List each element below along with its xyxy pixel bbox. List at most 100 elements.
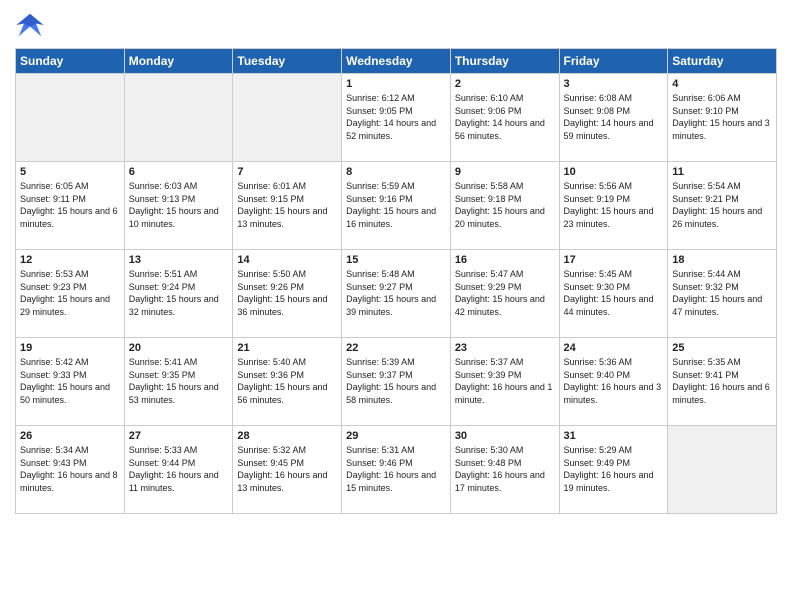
day-info: Sunrise: 5:34 AM Sunset: 9:43 PM Dayligh… [20, 444, 120, 494]
calendar-cell: 3 Sunrise: 6:08 AM Sunset: 9:08 PM Daylig… [559, 74, 668, 162]
day-info: Sunrise: 5:47 AM Sunset: 9:29 PM Dayligh… [455, 268, 555, 318]
day-info: Sunrise: 5:30 AM Sunset: 9:48 PM Dayligh… [455, 444, 555, 494]
day-info: Sunrise: 5:50 AM Sunset: 9:26 PM Dayligh… [237, 268, 337, 318]
col-header-saturday: Saturday [668, 49, 777, 74]
calendar-cell: 7 Sunrise: 6:01 AM Sunset: 9:15 PM Daylig… [233, 162, 342, 250]
calendar-cell: 27 Sunrise: 5:33 AM Sunset: 9:44 PM Dayli… [124, 426, 233, 514]
day-number: 21 [237, 342, 337, 354]
day-info: Sunrise: 5:53 AM Sunset: 9:23 PM Dayligh… [20, 268, 120, 318]
day-info: Sunrise: 5:33 AM Sunset: 9:44 PM Dayligh… [129, 444, 229, 494]
calendar-cell: 19 Sunrise: 5:42 AM Sunset: 9:33 PM Dayli… [16, 338, 125, 426]
calendar-cell: 12 Sunrise: 5:53 AM Sunset: 9:23 PM Dayli… [16, 250, 125, 338]
day-info: Sunrise: 6:03 AM Sunset: 9:13 PM Dayligh… [129, 180, 229, 230]
calendar-week-1: 1 Sunrise: 6:12 AM Sunset: 9:05 PM Daylig… [16, 74, 777, 162]
calendar-cell: 30Sunrise: 5:30 AM Sunset: 9:48 PM Dayli… [450, 426, 559, 514]
day-info: Sunrise: 5:42 AM Sunset: 9:33 PM Dayligh… [20, 356, 120, 406]
day-number: 20 [129, 342, 229, 354]
day-number: 27 [129, 430, 229, 442]
day-info: Sunrise: 5:39 AM Sunset: 9:37 PM Dayligh… [346, 356, 446, 406]
calendar-cell: 2Sunrise: 6:10 AM Sunset: 9:06 PM Daylig… [450, 74, 559, 162]
calendar-cell: 15 Sunrise: 5:48 AM Sunset: 9:27 PM Dayli… [342, 250, 451, 338]
day-info: Sunrise: 6:05 AM Sunset: 9:11 PM Dayligh… [20, 180, 120, 230]
day-number: 10 [564, 166, 664, 178]
day-number: 29 [346, 430, 446, 442]
calendar-week-3: 12 Sunrise: 5:53 AM Sunset: 9:23 PM Dayli… [16, 250, 777, 338]
day-info: Sunrise: 5:45 AM Sunset: 9:30 PM Dayligh… [564, 268, 664, 318]
day-number: 26 [20, 430, 120, 442]
day-info: Sunrise: 6:08 AM Sunset: 9:08 PM Dayligh… [564, 92, 664, 142]
calendar-cell [668, 426, 777, 514]
day-number: 17 [564, 254, 664, 266]
day-info: Sunrise: 5:37 AM Sunset: 9:39 PM Dayligh… [455, 356, 555, 406]
day-number: 5 [20, 166, 120, 178]
day-number: 13 [129, 254, 229, 266]
calendar-week-2: 5 Sunrise: 6:05 AM Sunset: 9:11 PM Daylig… [16, 162, 777, 250]
header [15, 10, 777, 40]
calendar-cell: 1 Sunrise: 6:12 AM Sunset: 9:05 PM Daylig… [342, 74, 451, 162]
day-number: 14 [237, 254, 337, 266]
calendar-week-5: 26 Sunrise: 5:34 AM Sunset: 9:43 PM Dayli… [16, 426, 777, 514]
day-number: 12 [20, 254, 120, 266]
day-info: Sunrise: 6:06 AM Sunset: 9:10 PM Dayligh… [672, 92, 772, 142]
calendar-table: SundayMondayTuesdayWednesdayThursdayFrid… [15, 48, 777, 514]
day-info: Sunrise: 5:44 AM Sunset: 9:32 PM Dayligh… [672, 268, 772, 318]
calendar-cell: 17 Sunrise: 5:45 AM Sunset: 9:30 PM Dayli… [559, 250, 668, 338]
day-info: Sunrise: 5:58 AM Sunset: 9:18 PM Dayligh… [455, 180, 555, 230]
day-number: 1 [346, 78, 446, 90]
day-number: 7 [237, 166, 337, 178]
calendar-cell: 23 Sunrise: 5:37 AM Sunset: 9:39 PM Dayli… [450, 338, 559, 426]
day-number: 25 [672, 342, 772, 354]
calendar-cell: 22Sunrise: 5:39 AM Sunset: 9:37 PM Dayli… [342, 338, 451, 426]
calendar-cell: 18Sunrise: 5:44 AM Sunset: 9:32 PM Dayli… [668, 250, 777, 338]
calendar-cell: 9Sunrise: 5:58 AM Sunset: 9:18 PM Daylig… [450, 162, 559, 250]
day-info: Sunrise: 6:12 AM Sunset: 9:05 PM Dayligh… [346, 92, 446, 142]
day-number: 24 [564, 342, 664, 354]
day-info: Sunrise: 6:01 AM Sunset: 9:15 PM Dayligh… [237, 180, 337, 230]
calendar-cell: 6 Sunrise: 6:03 AM Sunset: 9:13 PM Daylig… [124, 162, 233, 250]
day-info: Sunrise: 5:32 AM Sunset: 9:45 PM Dayligh… [237, 444, 337, 494]
calendar-cell: 13Sunrise: 5:51 AM Sunset: 9:24 PM Dayli… [124, 250, 233, 338]
calendar-cell: 11 Sunrise: 5:54 AM Sunset: 9:21 PM Dayli… [668, 162, 777, 250]
day-info: Sunrise: 5:35 AM Sunset: 9:41 PM Dayligh… [672, 356, 772, 406]
calendar-cell: 21 Sunrise: 5:40 AM Sunset: 9:36 PM Dayli… [233, 338, 342, 426]
col-header-tuesday: Tuesday [233, 49, 342, 74]
day-info: Sunrise: 5:29 AM Sunset: 9:49 PM Dayligh… [564, 444, 664, 494]
day-number: 6 [129, 166, 229, 178]
day-number: 23 [455, 342, 555, 354]
calendar-cell: 16Sunrise: 5:47 AM Sunset: 9:29 PM Dayli… [450, 250, 559, 338]
day-number: 19 [20, 342, 120, 354]
col-header-friday: Friday [559, 49, 668, 74]
day-number: 15 [346, 254, 446, 266]
calendar-cell: 20 Sunrise: 5:41 AM Sunset: 9:35 PM Dayli… [124, 338, 233, 426]
calendar-cell: 28 Sunrise: 5:32 AM Sunset: 9:45 PM Dayli… [233, 426, 342, 514]
col-header-wednesday: Wednesday [342, 49, 451, 74]
day-number: 3 [564, 78, 664, 90]
calendar-cell: 29 Sunrise: 5:31 AM Sunset: 9:46 PM Dayli… [342, 426, 451, 514]
calendar-cell: 25 Sunrise: 5:35 AM Sunset: 9:41 PM Dayli… [668, 338, 777, 426]
logo [15, 10, 49, 40]
day-info: Sunrise: 5:56 AM Sunset: 9:19 PM Dayligh… [564, 180, 664, 230]
calendar-header-row: SundayMondayTuesdayWednesdayThursdayFrid… [16, 49, 777, 74]
day-number: 11 [672, 166, 772, 178]
day-info: Sunrise: 5:36 AM Sunset: 9:40 PM Dayligh… [564, 356, 664, 406]
logo-bird-icon [15, 10, 45, 40]
day-info: Sunrise: 5:54 AM Sunset: 9:21 PM Dayligh… [672, 180, 772, 230]
day-info: Sunrise: 6:10 AM Sunset: 9:06 PM Dayligh… [455, 92, 555, 142]
day-number: 28 [237, 430, 337, 442]
day-info: Sunrise: 5:48 AM Sunset: 9:27 PM Dayligh… [346, 268, 446, 318]
day-number: 31 [564, 430, 664, 442]
day-info: Sunrise: 5:31 AM Sunset: 9:46 PM Dayligh… [346, 444, 446, 494]
col-header-thursday: Thursday [450, 49, 559, 74]
day-number: 8 [346, 166, 446, 178]
calendar-cell [233, 74, 342, 162]
day-number: 4 [672, 78, 772, 90]
day-info: Sunrise: 5:41 AM Sunset: 9:35 PM Dayligh… [129, 356, 229, 406]
calendar-cell: 8Sunrise: 5:59 AM Sunset: 9:16 PM Daylig… [342, 162, 451, 250]
calendar-cell: 26 Sunrise: 5:34 AM Sunset: 9:43 PM Dayli… [16, 426, 125, 514]
calendar-cell [124, 74, 233, 162]
day-info: Sunrise: 5:40 AM Sunset: 9:36 PM Dayligh… [237, 356, 337, 406]
calendar-cell: 31 Sunrise: 5:29 AM Sunset: 9:49 PM Dayli… [559, 426, 668, 514]
col-header-monday: Monday [124, 49, 233, 74]
calendar-cell: 14 Sunrise: 5:50 AM Sunset: 9:26 PM Dayli… [233, 250, 342, 338]
col-header-sunday: Sunday [16, 49, 125, 74]
